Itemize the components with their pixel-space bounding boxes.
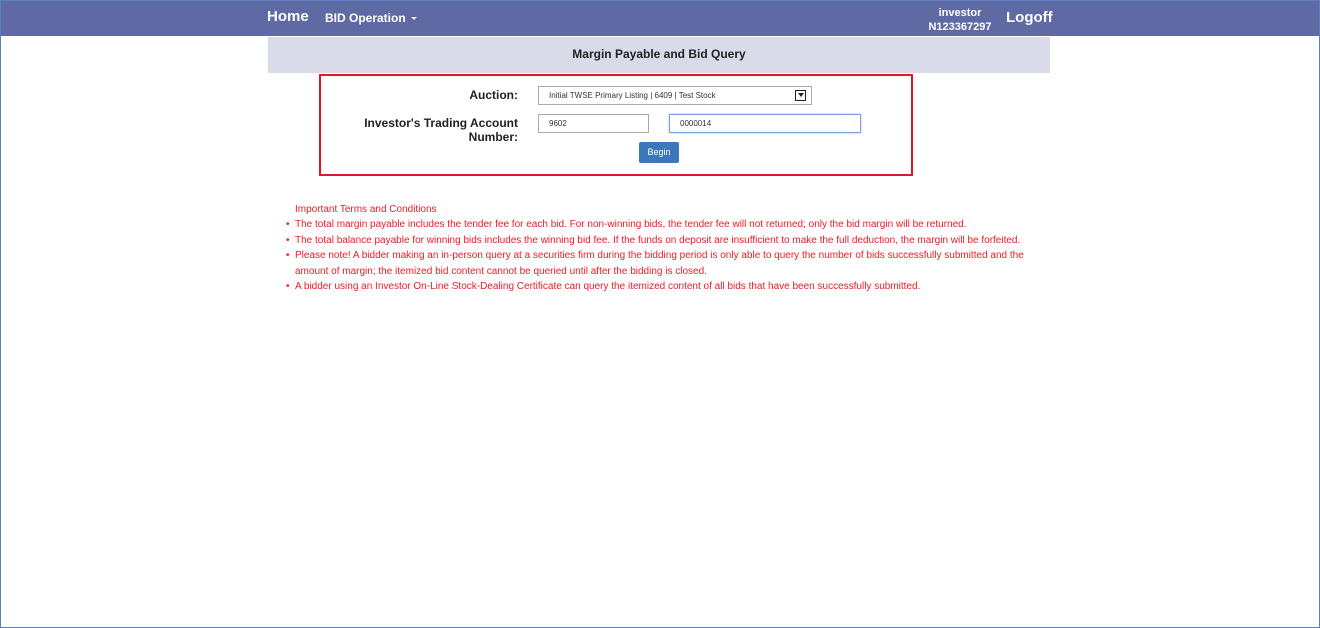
terms-section: Important Terms and Conditions The total… — [286, 202, 1046, 295]
user-role: investor — [938, 7, 982, 19]
terms-title: Important Terms and Conditions — [295, 204, 437, 215]
user-info: investor N123367297 — [920, 6, 1000, 34]
dropdown-arrow-icon — [795, 90, 806, 101]
terms-item: The total margin payable includes the te… — [286, 217, 1046, 233]
terms-item: Please note! A bidder making an in-perso… — [286, 248, 1046, 279]
auction-select-value: Initial TWSE Primary Listing | 6409 | Te… — [549, 91, 716, 100]
auction-select[interactable]: Initial TWSE Primary Listing | 6409 | Te… — [538, 86, 812, 105]
nav-bid-operation-menu[interactable]: BID Operation — [325, 11, 417, 25]
nav-home-link[interactable]: Home — [267, 8, 309, 25]
auction-label: Auction: — [469, 88, 518, 102]
logoff-link[interactable]: Logoff — [1006, 9, 1053, 26]
terms-item: A bidder using an Investor On-Line Stock… — [286, 279, 1046, 295]
user-id: N123367297 — [928, 21, 992, 33]
account-number-input[interactable]: 0000014 — [669, 114, 861, 133]
terms-item: The total balance payable for winning bi… — [286, 233, 1046, 249]
nav-bid-operation-label: BID Operation — [325, 11, 406, 25]
page-title: Margin Payable and Bid Query — [268, 37, 1050, 73]
chevron-down-icon — [410, 17, 417, 21]
account-branch-input[interactable]: 9602 — [538, 114, 649, 133]
begin-button[interactable]: Begin — [639, 142, 679, 163]
account-number-label: Investor's Trading Account Number: — [364, 116, 518, 144]
top-navbar — [1, 1, 1319, 36]
